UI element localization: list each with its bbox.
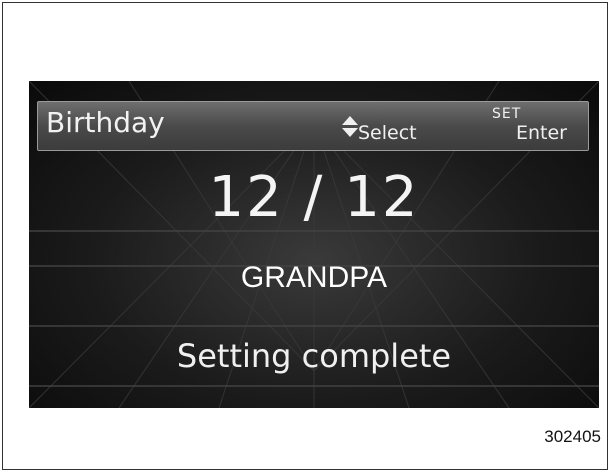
- select-hint: Select: [342, 108, 462, 148]
- down-arrow-icon: [342, 128, 358, 137]
- display-screen: Birthday Select SET Enter 12 / 12 GRANDP…: [29, 81, 599, 408]
- header-title: Birthday: [46, 106, 165, 139]
- set-button-label: SET: [492, 106, 522, 122]
- person-name: GRANDPA: [240, 261, 388, 294]
- figure-frame: Birthday Select SET Enter 12 / 12 GRANDP…: [2, 2, 608, 470]
- enter-hint: SET Enter: [492, 106, 588, 148]
- enter-hint-label: Enter: [516, 122, 567, 144]
- birthday-date-value: 12 / 12: [208, 165, 420, 230]
- figure-number: 302405: [544, 427, 601, 446]
- status-message: Setting complete: [176, 337, 452, 375]
- up-arrow-icon: [342, 116, 358, 125]
- header-bar: Birthday Select SET Enter: [37, 101, 589, 151]
- select-hint-label: Select: [358, 122, 417, 144]
